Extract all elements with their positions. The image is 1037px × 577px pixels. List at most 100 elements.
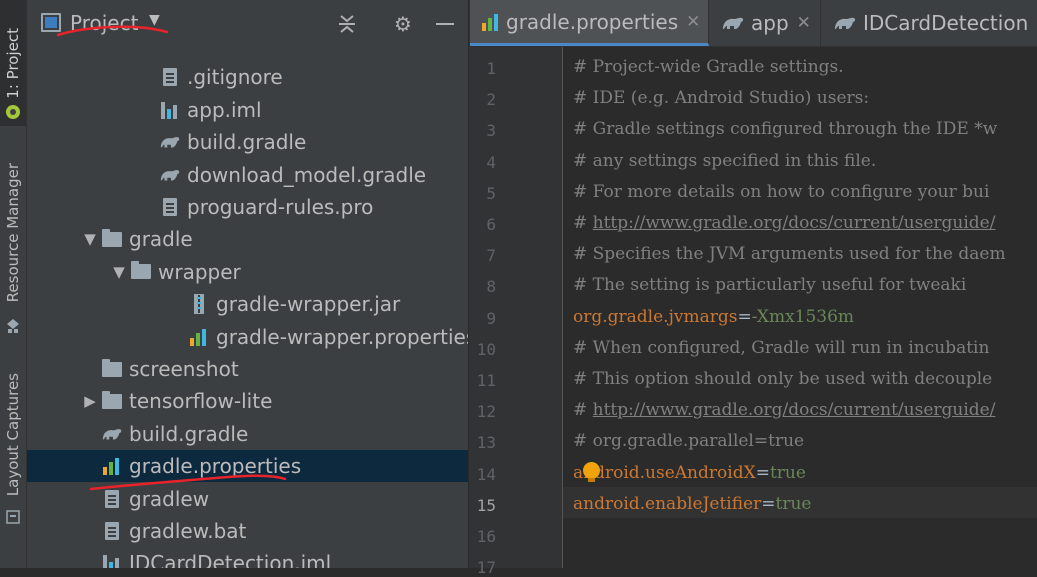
code-line: android.useAndroidX=true (573, 463, 806, 483)
code-line: # For more details on how to configure y… (573, 182, 989, 202)
code-token: # When configured, Gradle will run in in… (573, 337, 990, 358)
line-number: 6 (486, 215, 496, 234)
tree-item-label: proguard-rules.pro (187, 195, 374, 219)
tree-item-label: gradlew (129, 486, 210, 511)
code-token: # (573, 400, 593, 421)
editor-tab-bar: gradle.properties ✕ app ✕ IDCardDetectio… (470, 0, 1037, 47)
tree-item-build-gradle[interactable]: build.gradle (27, 126, 468, 158)
line-number: 12 (476, 402, 496, 422)
tab-label: gradle.properties (506, 9, 679, 34)
code-line: # http://www.gradle.org/docs/current/use… (573, 213, 995, 233)
tree-item-app-iml[interactable]: app.iml (27, 94, 468, 126)
chevron-down-icon[interactable]: ▼ (149, 12, 160, 28)
tab-gradle-properties[interactable]: gradle.properties ✕ (470, 0, 709, 46)
line-number: 10 (476, 339, 496, 359)
tree-item-gradle-properties[interactable]: gradle.properties (27, 450, 468, 483)
code-line: # Gradle settings configured through the… (573, 119, 997, 139)
code-link[interactable]: http://www.gradle.org/docs/current/userg… (593, 400, 996, 420)
project-panel: MFAndroidManifest.xml.gitignoreapp.imlbu… (27, 0, 468, 568)
expand-arrow-icon[interactable]: ▼ (79, 230, 101, 248)
tree-item-label: build.gradle (129, 421, 249, 446)
gradle-icon (833, 15, 857, 31)
tree-item-label: app.iml (187, 97, 262, 122)
code-token: # For more details on how to configure y… (573, 181, 990, 202)
code-line: # http://www.gradle.org/docs/current/use… (573, 400, 995, 420)
code-token: # any settings specified in this file. (573, 150, 877, 171)
layout-captures-icon (6, 510, 20, 524)
text-file-icon (101, 488, 123, 510)
line-number: 13 (476, 433, 496, 453)
code-line: # When configured, Gradle will run in in… (573, 338, 989, 358)
tab-app[interactable]: app ✕ (709, 0, 821, 46)
editor-area: gradle.properties ✕ app ✕ IDCardDetectio… (469, 0, 1037, 577)
tree-item-idcarddetection-iml[interactable]: IDCardDetection.iml (27, 547, 468, 568)
tool-tab-resource-manager[interactable]: Resource Manager (0, 150, 26, 315)
tree-item-label: IDCardDetection.iml (129, 551, 332, 568)
tab-idcarddetection[interactable]: IDCardDetection ✕ (821, 0, 1037, 46)
tree-item-gradle-wrapper-jar[interactable]: gradle-wrapper.jar (27, 288, 468, 320)
line-number: 15 (476, 495, 496, 515)
code-link[interactable]: http://www.gradle.org/docs/current/userg… (593, 213, 996, 233)
code-token: org.gradle.jvmargs (573, 306, 738, 327)
code-token: # Project-wide Gradle settings. (573, 57, 844, 77)
properties-icon (101, 455, 123, 477)
collapse-all-icon[interactable] (333, 10, 361, 38)
tab-label: IDCardDetection (863, 11, 1029, 35)
line-number: 5 (486, 183, 496, 203)
tree-item-gradlew-bat[interactable]: gradlew.bat (27, 515, 468, 547)
tree-item-label: wrapper (158, 259, 241, 284)
code-line: # org.gradle.parallel=true (573, 431, 804, 451)
tree-item-label: gradle (129, 227, 193, 252)
tool-tab-layout-captures[interactable]: Layout Captures (0, 360, 26, 510)
close-icon[interactable]: ✕ (797, 13, 811, 33)
tool-tab-project-label: 1: Project (4, 27, 22, 99)
expand-arrow-icon[interactable]: ▼ (108, 263, 130, 281)
close-icon[interactable]: ✕ (686, 12, 700, 32)
tree-item-gradle[interactable]: ▼ gradle (27, 223, 468, 255)
tree-item-screenshot[interactable]: screenshot (27, 353, 468, 385)
properties-icon (482, 13, 500, 31)
code-line: # This option should only be used with d… (573, 369, 992, 389)
tree-item-build-gradle[interactable]: build.gradle (27, 418, 468, 450)
tree-item-label: gradle.properties (129, 454, 302, 479)
code-token: true (775, 493, 812, 514)
line-number: 11 (476, 371, 496, 390)
gear-icon[interactable]: ⚙ (389, 10, 417, 38)
resource-manager-icon (7, 319, 19, 333)
tree-item-gradlew[interactable]: gradlew (27, 483, 468, 515)
code-token: # This option should only be used with d… (573, 369, 993, 389)
tool-tab-resource-manager-label: Resource Manager (4, 162, 22, 303)
tree-item-proguard-rules-pro[interactable]: proguard-rules.pro (27, 191, 468, 223)
line-number: 4 (486, 152, 496, 172)
gradle-icon (101, 423, 123, 445)
line-number-gutter: 1 2 3 4 5 6 7 8 9 10 11 12 13 14 15 16 17 (470, 47, 563, 577)
code-line: # The setting is particularly useful for… (573, 275, 966, 295)
folder-icon (101, 390, 123, 412)
intention-bulb-icon[interactable] (583, 462, 600, 482)
minimize-icon[interactable] (431, 10, 459, 38)
tool-window-strip: 1: Project Resource Manager Layout Captu… (0, 0, 27, 568)
module-file-icon (159, 99, 181, 121)
tree-item-download-model-gradle[interactable]: download_model.gradle (27, 159, 468, 191)
project-view-title[interactable]: Project (70, 11, 138, 35)
collapse-arrow-icon[interactable]: ▶ (79, 392, 101, 410)
code-token: = (761, 493, 776, 514)
code-line: # IDE (e.g. Android Studio) users: (573, 88, 869, 108)
code-token: # The setting is particularly useful for… (573, 275, 967, 296)
tree-item-label: gradle-wrapper.properties (216, 324, 468, 349)
tree-item-wrapper[interactable]: ▼ wrapper (27, 256, 468, 288)
line-number: 8 (486, 277, 496, 297)
line-number: 3 (486, 121, 496, 141)
android-icon (6, 105, 20, 119)
tree-item-label: gradlew.bat (129, 519, 247, 543)
code-token: # Gradle settings configured through the… (573, 119, 998, 140)
tree-item-label: gradle-wrapper.jar (216, 292, 401, 317)
gradle-icon (159, 164, 181, 186)
tree-item-label: download_model.gradle (187, 162, 427, 187)
code-token: -Xmx1536m (751, 306, 855, 327)
code-token: # org.gradle.parallel=true (573, 431, 805, 452)
tree-item-gradle-wrapper-properties[interactable]: gradle-wrapper.properties (27, 321, 468, 353)
tree-item-tensorflow-lite[interactable]: ▶ tensorflow-lite (27, 385, 468, 417)
text-file-icon (159, 66, 181, 88)
tree-item--gitignore[interactable]: .gitignore (27, 61, 468, 93)
